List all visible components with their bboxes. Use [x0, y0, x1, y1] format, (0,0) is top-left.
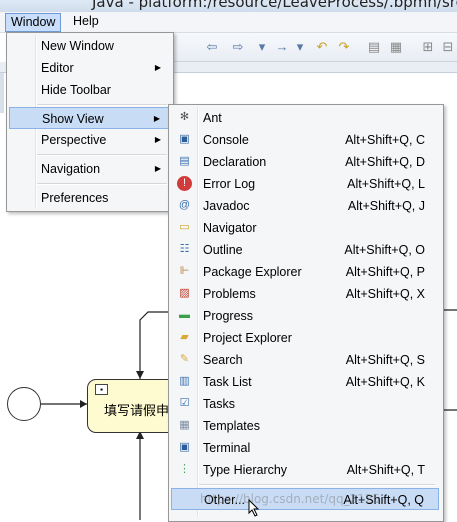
menu-item-navigation[interactable]: Navigation ▶	[9, 158, 169, 180]
view-item-shortcut: Alt+Shift+Q, O	[344, 243, 425, 257]
view-item-label: Progress	[203, 309, 254, 323]
view-item-label: Terminal	[203, 441, 251, 455]
view-item-shortcut: Alt+Shift+Q, S	[345, 353, 425, 367]
type-hierarchy-icon: ⋮	[179, 463, 190, 475]
view-item-label: Console	[203, 133, 249, 147]
view-item-outline[interactable]: ☷ Outline Alt+Shift+Q, O	[171, 239, 439, 261]
start-event[interactable]	[7, 387, 41, 421]
declaration-icon: ▤	[179, 155, 190, 167]
problems-icon: ▨	[179, 287, 190, 299]
submenu-arrow-icon: ▶	[154, 135, 161, 144]
mouse-cursor-icon	[248, 499, 260, 517]
view-item-navigator[interactable]: ▭ Navigator	[171, 217, 439, 239]
view-item-tasks[interactable]: ☑ Tasks	[171, 393, 439, 415]
package-explorer-icon: ⊩	[179, 265, 190, 277]
menu-separator	[37, 183, 167, 185]
view-item-error-log[interactable]: ! Error Log Alt+Shift+Q, L	[171, 173, 439, 195]
tasks-icon: ☑	[179, 397, 190, 409]
show-view-submenu: ✻ Ant ▣ Console Alt+Shift+Q, C ▤ Declara…	[168, 104, 444, 522]
view-item-shortcut: Alt+Shift+Q, J	[347, 199, 425, 213]
menu-item-label: Navigation	[41, 162, 101, 176]
navigator-icon: ▭	[179, 221, 190, 233]
view-item-search[interactable]: ✎ Search Alt+Shift+Q, S	[171, 349, 439, 371]
view-item-shortcut: Alt+Shift+Q, D	[345, 155, 425, 169]
view-item-label: Search	[203, 353, 243, 367]
window-menu: New Window Editor ▶ Hide Toolbar Show Vi…	[6, 32, 174, 212]
menu-item-preferences[interactable]: Preferences	[9, 187, 169, 209]
project-explorer-icon: ▰	[180, 331, 189, 343]
menu-separator	[37, 104, 167, 106]
view-item-shortcut: Alt+Shift+Q, K	[345, 375, 425, 389]
view-item-label: Javadoc	[203, 199, 250, 213]
view-item-shortcut: Alt+Shift+Q, L	[347, 177, 425, 191]
menu-separator	[199, 484, 435, 486]
view-item-label: Ant	[203, 111, 222, 125]
templates-icon: ▦	[179, 419, 190, 431]
menu-item-label: New Window	[41, 39, 114, 53]
menu-item-editor[interactable]: Editor ▶	[9, 57, 169, 79]
menu-item-label: Show View	[42, 112, 104, 126]
view-item-javadoc[interactable]: @ Javadoc Alt+Shift+Q, J	[171, 195, 439, 217]
view-item-label: Tasks	[203, 397, 235, 411]
view-item-shortcut: Alt+Shift+Q, P	[345, 265, 425, 279]
view-item-label: Problems	[203, 287, 256, 301]
view-item-shortcut: Alt+Shift+Q, C	[345, 133, 425, 147]
menu-item-show-view[interactable]: Show View ▶	[9, 107, 169, 129]
menu-item-label: Hide Toolbar	[41, 83, 111, 97]
view-item-label: Declaration	[203, 155, 267, 169]
view-item-ant[interactable]: ✻ Ant	[171, 107, 439, 129]
terminal-icon: ▣	[179, 441, 190, 453]
console-icon: ▣	[179, 133, 190, 145]
view-item-label: Templates	[203, 419, 260, 433]
view-item-type-hierarchy[interactable]: ⋮ Type Hierarchy Alt+Shift+Q, T	[171, 459, 439, 481]
view-item-label: Type Hierarchy	[203, 463, 288, 477]
view-item-label: Task List	[203, 375, 252, 389]
view-item-terminal[interactable]: ▣ Terminal	[171, 437, 439, 459]
view-item-shortcut: Alt+Shift+Q, T	[346, 463, 425, 477]
watermark: https://blog.csdn.net/qq_2125	[200, 492, 381, 506]
view-item-progress[interactable]: ▬ Progress	[171, 305, 439, 327]
task-list-icon: ▥	[179, 375, 190, 387]
menu-separator	[37, 154, 167, 156]
view-item-label: Package Explorer	[203, 265, 302, 279]
outline-icon: ☷	[179, 243, 190, 255]
submenu-arrow-icon: ▶	[154, 63, 161, 72]
submenu-arrow-icon: ▶	[153, 114, 160, 123]
menu-item-perspective[interactable]: Perspective ▶	[9, 129, 169, 151]
view-item-problems[interactable]: ▨ Problems Alt+Shift+Q, X	[171, 283, 439, 305]
search-icon: ✎	[179, 353, 190, 365]
menu-item-new-window[interactable]: New Window	[9, 35, 169, 57]
view-item-console[interactable]: ▣ Console Alt+Shift+Q, C	[171, 129, 439, 151]
view-item-label: Error Log	[203, 177, 256, 191]
menu-item-label: Perspective	[41, 133, 107, 147]
progress-icon: ▬	[179, 309, 190, 321]
user-task-icon: ▪	[95, 384, 108, 395]
menu-item-label: Editor	[41, 61, 74, 75]
menu-item-hide-toolbar[interactable]: Hide Toolbar	[9, 79, 169, 101]
view-item-task-list[interactable]: ▥ Task List Alt+Shift+Q, K	[171, 371, 439, 393]
ant-icon: ✻	[179, 111, 190, 123]
view-item-label: Project Explorer	[203, 331, 292, 345]
view-item-label: Navigator	[203, 221, 257, 235]
javadoc-icon: @	[178, 199, 191, 211]
submenu-arrow-icon: ▶	[154, 164, 161, 173]
view-item-templates[interactable]: ▦ Templates	[171, 415, 439, 437]
view-item-declaration[interactable]: ▤ Declaration Alt+Shift+Q, D	[171, 151, 439, 173]
view-item-label: Outline	[203, 243, 243, 257]
view-item-shortcut: Alt+Shift+Q, X	[345, 287, 425, 301]
error-log-icon: !	[177, 176, 192, 191]
view-item-project-explorer[interactable]: ▰ Project Explorer	[171, 327, 439, 349]
view-item-package-explorer[interactable]: ⊩ Package Explorer Alt+Shift+Q, P	[171, 261, 439, 283]
menu-item-label: Preferences	[41, 191, 109, 205]
